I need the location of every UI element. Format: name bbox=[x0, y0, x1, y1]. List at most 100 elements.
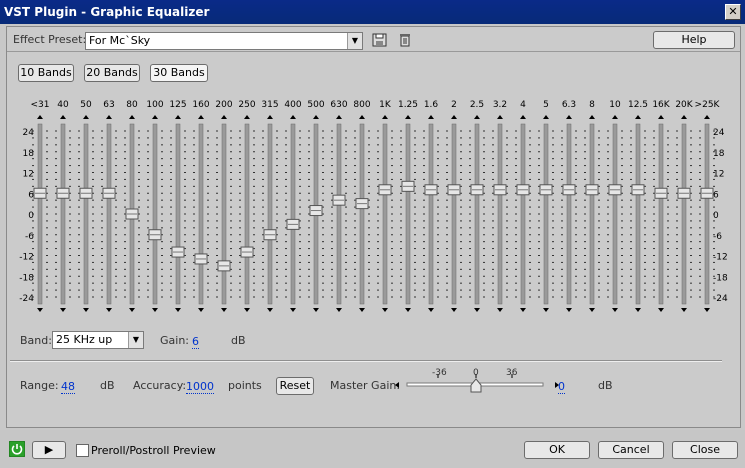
band-down-arrow-icon[interactable] bbox=[244, 308, 250, 312]
band-up-arrow-icon[interactable] bbox=[474, 115, 480, 119]
band-slider-track[interactable] bbox=[451, 123, 457, 305]
band-down-arrow-icon[interactable] bbox=[681, 308, 687, 312]
band-down-arrow-icon[interactable] bbox=[198, 308, 204, 312]
band-slider-track[interactable] bbox=[290, 123, 296, 305]
band-down-arrow-icon[interactable] bbox=[313, 308, 319, 312]
band-up-arrow-icon[interactable] bbox=[129, 115, 135, 119]
band-slider-track[interactable] bbox=[106, 123, 112, 305]
band-down-arrow-icon[interactable] bbox=[267, 308, 273, 312]
band-down-arrow-icon[interactable] bbox=[405, 308, 411, 312]
band-up-arrow-icon[interactable] bbox=[152, 115, 158, 119]
close-button[interactable]: Close bbox=[672, 441, 738, 459]
band-down-arrow-icon[interactable] bbox=[106, 308, 112, 312]
band-down-arrow-icon[interactable] bbox=[336, 308, 342, 312]
band-up-arrow-icon[interactable] bbox=[37, 115, 43, 119]
band-slider-track[interactable] bbox=[704, 123, 710, 305]
band-up-arrow-icon[interactable] bbox=[520, 115, 526, 119]
band-up-arrow-icon[interactable] bbox=[83, 115, 89, 119]
band-down-arrow-icon[interactable] bbox=[382, 308, 388, 312]
band-slider-track[interactable] bbox=[336, 123, 342, 305]
band-down-arrow-icon[interactable] bbox=[175, 308, 181, 312]
band-slider-track[interactable] bbox=[152, 123, 158, 305]
gain-value[interactable]: 6 bbox=[192, 335, 199, 349]
band-up-arrow-icon[interactable] bbox=[106, 115, 112, 119]
band-up-arrow-icon[interactable] bbox=[175, 115, 181, 119]
band-down-arrow-icon[interactable] bbox=[359, 308, 365, 312]
master-gain-thumb[interactable] bbox=[470, 378, 482, 393]
band-up-arrow-icon[interactable] bbox=[313, 115, 319, 119]
band-down-arrow-icon[interactable] bbox=[428, 308, 434, 312]
band-up-arrow-icon[interactable] bbox=[635, 115, 641, 119]
band-slider-track[interactable] bbox=[60, 123, 66, 305]
reset-button[interactable]: Reset bbox=[276, 377, 314, 395]
band-up-arrow-icon[interactable] bbox=[589, 115, 595, 119]
band-down-arrow-icon[interactable] bbox=[497, 308, 503, 312]
band-up-arrow-icon[interactable] bbox=[198, 115, 204, 119]
band-up-arrow-icon[interactable] bbox=[405, 115, 411, 119]
band-down-arrow-icon[interactable] bbox=[612, 308, 618, 312]
band-up-arrow-icon[interactable] bbox=[60, 115, 66, 119]
master-gain-value[interactable]: 0 bbox=[558, 380, 565, 394]
band-slider-track[interactable] bbox=[198, 123, 204, 305]
band-up-arrow-icon[interactable] bbox=[497, 115, 503, 119]
band-down-arrow-icon[interactable] bbox=[543, 308, 549, 312]
band-slider-track[interactable] bbox=[37, 123, 43, 305]
band-slider-track[interactable] bbox=[474, 123, 480, 305]
band-slider-track[interactable] bbox=[244, 123, 250, 305]
band-up-arrow-icon[interactable] bbox=[382, 115, 388, 119]
band-down-arrow-icon[interactable] bbox=[221, 308, 227, 312]
band-up-arrow-icon[interactable] bbox=[681, 115, 687, 119]
band-slider-track[interactable] bbox=[428, 123, 434, 305]
band-down-arrow-icon[interactable] bbox=[589, 308, 595, 312]
band-down-arrow-icon[interactable] bbox=[37, 308, 43, 312]
cancel-button[interactable]: Cancel bbox=[598, 441, 664, 459]
band-down-arrow-icon[interactable] bbox=[83, 308, 89, 312]
band-slider-track[interactable] bbox=[221, 123, 227, 305]
band-slider-track[interactable] bbox=[83, 123, 89, 305]
band-up-arrow-icon[interactable] bbox=[267, 115, 273, 119]
band-down-arrow-icon[interactable] bbox=[474, 308, 480, 312]
band-down-arrow-icon[interactable] bbox=[152, 308, 158, 312]
band-up-arrow-icon[interactable] bbox=[704, 115, 710, 119]
play-button[interactable]: ▶ bbox=[32, 441, 66, 459]
band-up-arrow-icon[interactable] bbox=[566, 115, 572, 119]
band-up-arrow-icon[interactable] bbox=[359, 115, 365, 119]
band-slider-track[interactable] bbox=[267, 123, 273, 305]
band-slider-track[interactable] bbox=[382, 123, 388, 305]
band-up-arrow-icon[interactable] bbox=[290, 115, 296, 119]
band-down-arrow-icon[interactable] bbox=[290, 308, 296, 312]
power-icon[interactable] bbox=[9, 441, 25, 457]
band-slider-track[interactable] bbox=[635, 123, 641, 305]
band-slider-track[interactable] bbox=[359, 123, 365, 305]
band-slider-track[interactable] bbox=[589, 123, 595, 305]
band-down-arrow-icon[interactable] bbox=[451, 308, 457, 312]
band-down-arrow-icon[interactable] bbox=[635, 308, 641, 312]
band-slider-track[interactable] bbox=[543, 123, 549, 305]
band-up-arrow-icon[interactable] bbox=[336, 115, 342, 119]
accuracy-value[interactable]: 1000 bbox=[186, 380, 214, 394]
band-up-arrow-icon[interactable] bbox=[244, 115, 250, 119]
band-up-arrow-icon[interactable] bbox=[451, 115, 457, 119]
band-slider-track[interactable] bbox=[497, 123, 503, 305]
ok-button[interactable]: OK bbox=[524, 441, 590, 459]
band-up-arrow-icon[interactable] bbox=[543, 115, 549, 119]
band-down-arrow-icon[interactable] bbox=[658, 308, 664, 312]
range-value[interactable]: 48 bbox=[61, 380, 75, 394]
band-up-arrow-icon[interactable] bbox=[428, 115, 434, 119]
master-gain-slider[interactable] bbox=[392, 364, 568, 396]
band-slider-track[interactable] bbox=[566, 123, 572, 305]
band-up-arrow-icon[interactable] bbox=[658, 115, 664, 119]
band-slider-track[interactable] bbox=[520, 123, 526, 305]
band-slider-track[interactable] bbox=[681, 123, 687, 305]
decrease-icon[interactable] bbox=[395, 382, 399, 388]
band-slider-track[interactable] bbox=[658, 123, 664, 305]
band-slider-track[interactable] bbox=[175, 123, 181, 305]
band-down-arrow-icon[interactable] bbox=[566, 308, 572, 312]
band-down-arrow-icon[interactable] bbox=[60, 308, 66, 312]
band-up-arrow-icon[interactable] bbox=[221, 115, 227, 119]
band-down-arrow-icon[interactable] bbox=[520, 308, 526, 312]
band-down-arrow-icon[interactable] bbox=[129, 308, 135, 312]
preroll-checkbox[interactable] bbox=[76, 444, 89, 457]
band-up-arrow-icon[interactable] bbox=[612, 115, 618, 119]
band-slider-track[interactable] bbox=[405, 123, 411, 305]
